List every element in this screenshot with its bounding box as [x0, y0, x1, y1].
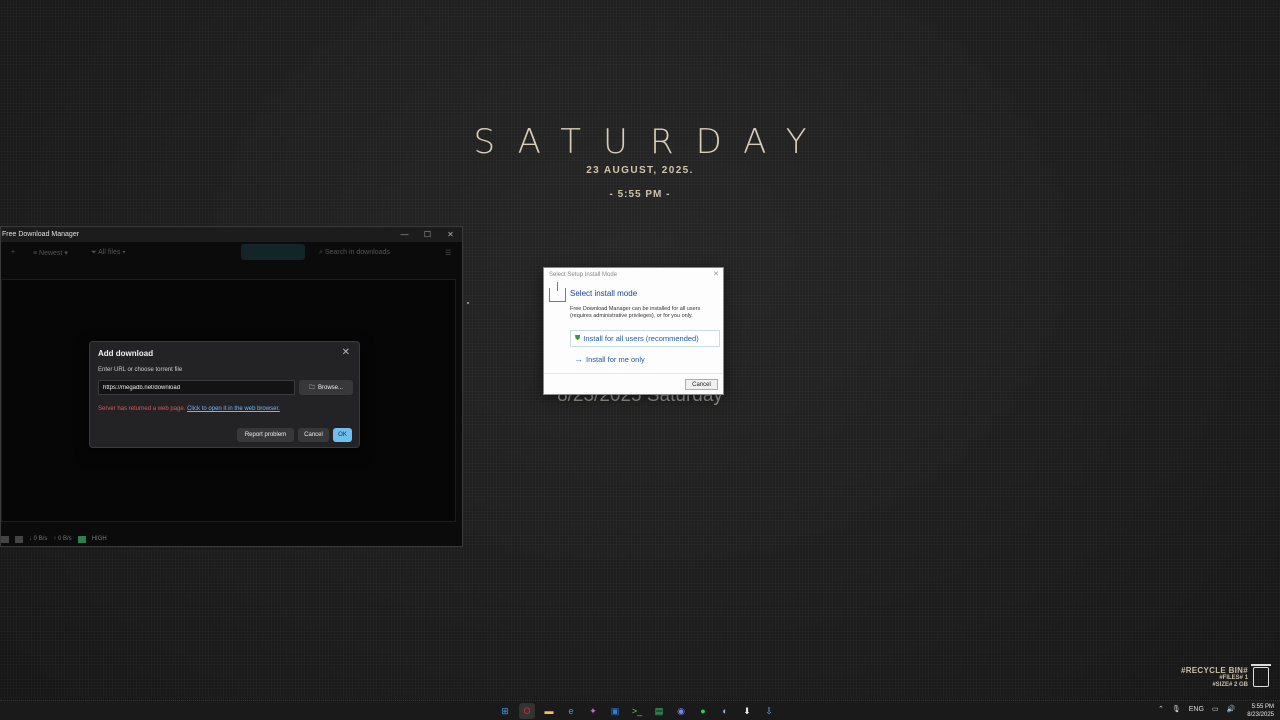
close-icon[interactable]: ✕ — [439, 230, 462, 239]
status-icon — [1, 535, 9, 543]
opera-icon[interactable]: O — [519, 703, 535, 719]
desktop-clock-day: SATURDAY — [473, 122, 829, 162]
filter-dropdown[interactable]: ⏷ All files ▾ — [91, 249, 126, 257]
url-input[interactable] — [98, 380, 295, 395]
search-placeholder: Search in downloads — [324, 249, 390, 256]
browse-label: Browse... — [318, 384, 344, 391]
fdm-titlebar[interactable]: Free Download Manager — ☐ ✕ — [1, 227, 462, 242]
desktop-dot — [467, 302, 469, 304]
setup-dialog-title: Select Setup Install Mode — [549, 272, 618, 278]
divider — [544, 373, 723, 374]
report-problem-button[interactable]: Report problem — [237, 428, 294, 442]
maximize-icon[interactable]: ☐ — [416, 230, 439, 239]
steam-icon[interactable]: ◐ — [717, 703, 733, 719]
setup-description: Free Download Manager can be installed f… — [570, 306, 701, 319]
network-icon[interactable]: ▭ — [1212, 705, 1219, 713]
url-label: Enter URL or choose torrent file — [98, 367, 183, 373]
system-tray: ⌃ 🎙 ENG ▭ 🔊 — [1158, 705, 1236, 714]
install-icon — [549, 282, 566, 302]
fdm-icon[interactable]: ⇩ — [761, 703, 777, 719]
recycle-bin-icon[interactable] — [1251, 664, 1271, 687]
taskbar-time: 5:55 PM — [1251, 704, 1274, 710]
recycle-bin-title: #RECYCLE BIN# — [1180, 666, 1248, 675]
taskbar-clock[interactable]: 5:55 PM 8/23/2025 — [1238, 703, 1274, 719]
add-download-dialog: Add download ✕ Enter URL or choose torre… — [89, 341, 360, 448]
setup-cancel-button[interactable]: Cancel — [685, 379, 718, 390]
start-icon[interactable]: ⊞ — [497, 703, 513, 719]
open-in-browser-link[interactable]: Click to open it in the web browser. — [187, 406, 280, 412]
search-field[interactable]: ⌕ Search in downloads — [319, 249, 390, 257]
desktop-clock-date: 23 AUGUST, 2025. — [586, 165, 694, 176]
sort-label: Newest — [39, 250, 63, 257]
install-me-only-option[interactable]: → Install for me only — [574, 354, 645, 364]
upload-speed: ↑ 0 B/s — [53, 536, 72, 542]
chevron-up-icon[interactable]: ⌃ — [1158, 705, 1164, 713]
spotify-icon[interactable]: ● — [695, 703, 711, 719]
close-icon[interactable]: ✕ — [342, 347, 350, 358]
setup-install-mode-dialog: Select Setup Install Mode ✕ Select insta… — [543, 267, 724, 395]
priority-label[interactable]: HIGH — [92, 536, 107, 542]
shield-icon: ⛊ — [575, 334, 581, 342]
fdm-statusbar: ↓ 0 B/s ↑ 0 B/s HIGH — [1, 532, 201, 546]
fdm-toolbar: + ≡ Newest ▾ ⏷ All files ▾ ⌕ Search in d… — [1, 242, 462, 266]
app-green-icon[interactable]: ▤ — [651, 703, 667, 719]
filter-label: All files — [98, 249, 121, 256]
desktop-clock-time: - 5:55 PM - — [609, 189, 671, 200]
browse-button[interactable]: 🗀 Browse... — [299, 380, 353, 395]
taskbar-date: 8/23/2025 — [1247, 712, 1274, 718]
priority-icon — [77, 535, 86, 543]
recycle-bin-size: #SIZE# 2 GB — [1212, 682, 1248, 688]
status-icon — [15, 535, 23, 543]
microphone-icon[interactable]: 🎙 — [1172, 705, 1181, 713]
error-message: Server has returned a web page. Click to… — [98, 406, 280, 412]
taskbar: ⊞ O ▬ e ✦ ▣ >_ ▤ ◉ ● ◐ ⬇ ⇩ ⌃ 🎙 ENG ▭ 🔊 5:55 PM 8/23/… — [0, 700, 1280, 720]
discord-icon[interactable]: ◉ — [673, 703, 689, 719]
sort-dropdown[interactable]: ≡ Newest ▾ — [33, 249, 68, 257]
download-speed: ↓ 0 B/s — [29, 536, 48, 542]
dialog-title: Add download — [98, 349, 154, 358]
ok-button[interactable]: OK — [333, 428, 352, 442]
install-me-only-label: Install for me only — [586, 354, 645, 364]
menu-icon[interactable]: ☰ — [445, 249, 451, 257]
close-icon[interactable]: ✕ — [713, 270, 719, 278]
add-icon[interactable]: + — [11, 249, 15, 256]
recycle-bin-files: #FILES# 1 — [1219, 675, 1248, 681]
recycle-bin-widget[interactable]: #RECYCLE BIN# #FILES# 1 #SIZE# 2 GB — [1181, 666, 1248, 689]
error-text: Server has returned a web page. — [98, 406, 186, 412]
language-indicator[interactable]: ENG — [1189, 706, 1204, 713]
setup-heading: Select install mode — [570, 289, 638, 298]
terminal-icon[interactable]: >_ — [629, 703, 645, 719]
minimize-icon[interactable]: — — [393, 230, 416, 239]
volume-icon[interactable]: 🔊 — [1227, 705, 1236, 713]
setup-icon[interactable]: ⬇ — [739, 703, 755, 719]
folder-icon: 🗀 — [308, 384, 315, 391]
fdm-toolbar-pill[interactable] — [241, 244, 305, 260]
file-explorer-icon[interactable]: ▬ — [541, 703, 557, 719]
arrow-right-icon: → — [574, 354, 583, 364]
fdm-window-title: Free Download Manager — [2, 231, 80, 238]
install-all-users-label: Install for all users (recommended) — [583, 334, 699, 343]
taskbar-apps: ⊞ O ▬ e ✦ ▣ >_ ▤ ◉ ● ◐ ⬇ ⇩ — [497, 703, 777, 719]
cancel-button[interactable]: Cancel — [298, 428, 329, 442]
copilot-icon[interactable]: ✦ — [585, 703, 601, 719]
install-all-users-option[interactable]: ⛊ Install for all users (recommended) — [570, 330, 720, 347]
edge-icon[interactable]: e — [563, 703, 579, 719]
store-icon[interactable]: ▣ — [607, 703, 623, 719]
